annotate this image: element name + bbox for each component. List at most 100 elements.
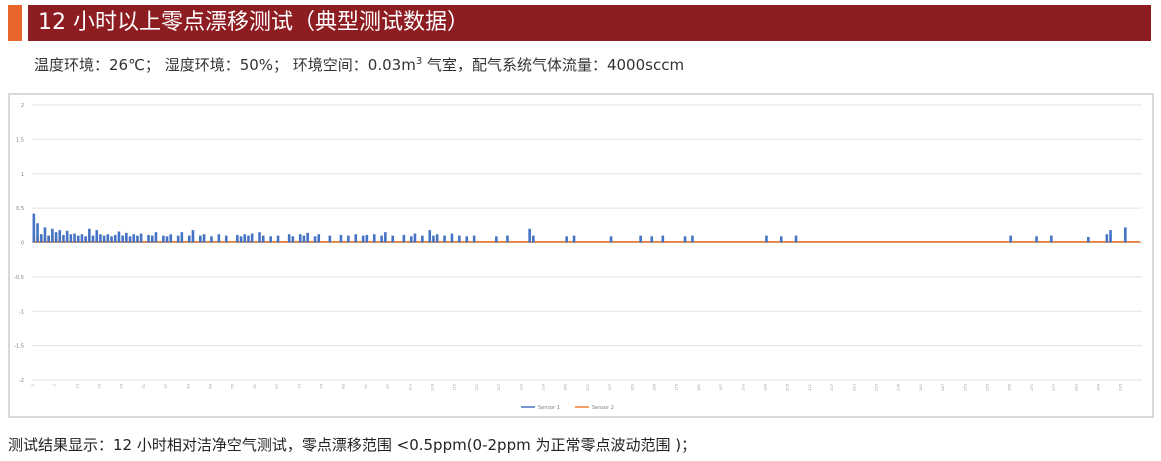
- sensor-1-bar: [69, 234, 73, 243]
- sensor-1-bar: [365, 234, 369, 243]
- test-conditions: 温度环境：26℃； 湿度环境：50%； 环境空间：0.03m3 气室，配气系统气…: [34, 54, 684, 75]
- sensor-1-bar: [165, 236, 169, 243]
- sensor-1-bar: [54, 232, 58, 243]
- sensor-1-bar: [258, 232, 261, 243]
- sensor-1-bar: [432, 235, 435, 243]
- sensor-1-bar: [565, 236, 568, 243]
- x-tick-label: 253: [963, 384, 967, 391]
- sensor-1-bar: [176, 235, 180, 243]
- sensor-1-bar: [639, 235, 642, 243]
- sensor-1-bar: [247, 235, 250, 243]
- sensor-1-bar: [472, 235, 476, 243]
- x-tick-label: 241: [919, 384, 923, 391]
- y-tick-label: -0.5: [14, 275, 24, 281]
- sensor-1-bar: [180, 232, 184, 243]
- sensor-1-bar: [347, 235, 350, 243]
- sensor-1-bar: [1050, 235, 1053, 243]
- sensor-1-bar: [128, 236, 132, 243]
- sensor-1-bar: [339, 234, 343, 243]
- zero-drift-chart: 2 1.5 1 0.5 0 -0.5 -1 -1.5 -2 1 7 13 19 25 31 37 43 49 55 6…: [14, 103, 1142, 411]
- sensor-1-bar: [217, 234, 221, 243]
- sensor-1-bar: [162, 235, 165, 243]
- x-tick-label: 121: [475, 384, 479, 391]
- sensor-1-bar: [51, 228, 54, 243]
- x-tick-label: 289: [1096, 383, 1100, 391]
- sensor-1-bar: [1105, 234, 1109, 243]
- x-tick-label: 283: [1074, 384, 1078, 391]
- page-title: 12 小时以上零点漂移测试（典型测试数据）: [38, 10, 469, 35]
- x-tick-label: 205: [786, 384, 790, 391]
- x-tick-label: 235: [897, 384, 901, 391]
- x-tick-label: 85: [342, 384, 346, 389]
- x-tick-label: 217: [830, 384, 834, 391]
- x-tick-label: 145: [564, 384, 568, 391]
- sensor-1-bar: [62, 234, 65, 243]
- x-tick-label: 1: [31, 384, 35, 386]
- sensor-1-bar: [528, 228, 531, 243]
- conditions-text-tail: 气室，配气系统气体流量：4000sccm: [422, 56, 685, 74]
- x-tick-label: 97: [386, 384, 390, 389]
- y-tick-label: -1: [19, 309, 24, 315]
- x-tick-label: 79: [319, 383, 323, 388]
- y-tick-label: 0: [21, 241, 24, 247]
- sensor-1-bar: [317, 234, 321, 243]
- sensor-1-bar: [224, 235, 228, 243]
- x-tick-label: 109: [430, 383, 434, 391]
- sensor-1-bar: [402, 234, 406, 243]
- sensor-1-bar: [139, 233, 143, 243]
- sensor-1-bar: [661, 235, 665, 243]
- title-bar: 12 小时以上零点漂移测试（典型测试数据）: [8, 5, 1151, 41]
- sensor-1-bar: [765, 235, 768, 243]
- sensor-1-bar: [36, 223, 39, 243]
- sensor-1-bar: [1124, 227, 1127, 243]
- sensor-1-bar: [361, 235, 365, 243]
- x-tick-label: 103: [408, 384, 412, 391]
- sensor-1-bar: [409, 236, 413, 243]
- sensor-1-bar: [269, 236, 272, 243]
- x-tick-label: 37: [164, 384, 168, 389]
- conditions-text: 温度环境：26℃； 湿度环境：50%； 环境空间：0.03m: [34, 56, 416, 74]
- y-tick-label: 1: [21, 172, 24, 178]
- x-tick-label: 199: [763, 383, 767, 391]
- sensor-1-bar: [250, 233, 254, 243]
- sensor-1-bar: [354, 234, 358, 243]
- sensor-1-bar: [794, 235, 798, 243]
- sensor-1-bar: [572, 235, 576, 243]
- x-tick-label: 91: [364, 384, 368, 389]
- y-tick-label: 1.5: [16, 137, 24, 143]
- sensor-1-bar: [169, 234, 173, 243]
- sensor-1-bar: [450, 233, 454, 243]
- sensor-1-bar: [313, 236, 317, 243]
- sensor-1-bar: [102, 235, 106, 243]
- sensor-1-bar: [58, 230, 62, 243]
- sensor-1-bar: [428, 230, 432, 243]
- sensor-1-bar: [683, 236, 687, 243]
- x-tick-label: 13: [75, 384, 79, 389]
- x-tick-label: 61: [253, 384, 257, 389]
- x-tick-label: 211: [808, 384, 812, 391]
- x-tick-label: 295: [1119, 384, 1123, 391]
- sensor-1-bar: [80, 234, 84, 243]
- sensor-1-bar: [413, 233, 417, 243]
- x-tick-label: 229: [874, 383, 878, 391]
- sensor-1-bar: [147, 234, 150, 243]
- sensor-1-bar: [380, 235, 383, 243]
- sensor-1-bar: [154, 232, 158, 243]
- x-tick-label: 139: [541, 383, 545, 391]
- sensor-1-bar: [298, 234, 302, 243]
- sensor-1-bar: [150, 235, 154, 243]
- sensor-1-bar: [199, 235, 202, 243]
- x-tick-label: 55: [231, 384, 235, 389]
- x-tick-label: 115: [453, 384, 457, 391]
- y-tick-label: -2: [19, 378, 24, 384]
- sensor-1-bar: [187, 235, 191, 243]
- x-tick-label: 259: [985, 383, 989, 391]
- sensor-1-bar: [76, 235, 80, 243]
- sensor-1-bar: [121, 235, 124, 243]
- sensor-1-bar: [132, 234, 136, 243]
- legend-label-sensor-2: Sensor 2: [592, 405, 614, 411]
- sensor-1-bar: [65, 230, 69, 243]
- x-tick-label: 19: [97, 383, 101, 388]
- sensor-1-bar: [328, 235, 332, 243]
- sensor-1-bar: [435, 234, 439, 243]
